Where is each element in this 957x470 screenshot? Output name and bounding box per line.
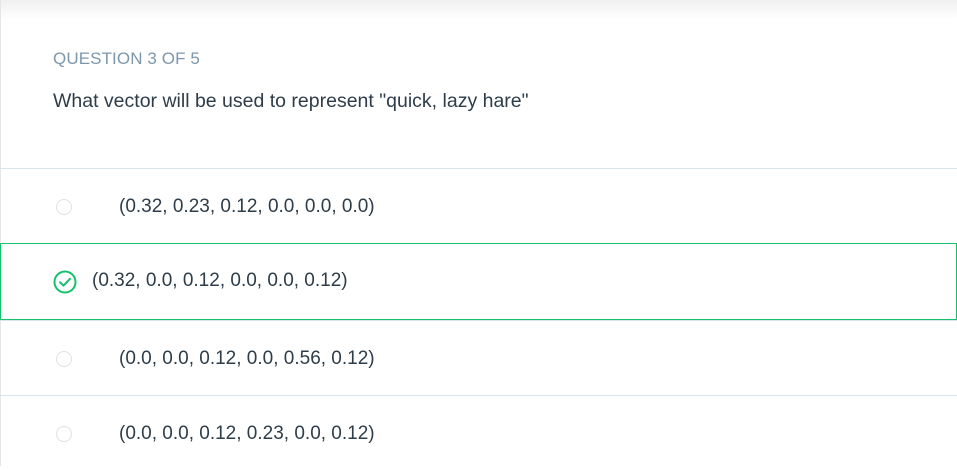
radio-button-icon[interactable] [56, 199, 72, 215]
answer-option-label: (0.0, 0.0, 0.12, 0.23, 0.0, 0.12) [119, 423, 375, 444]
radio-button-icon[interactable] [56, 351, 72, 367]
radio-button-icon[interactable] [56, 426, 72, 442]
top-shadow [0, 0, 957, 20]
answer-choices: (0.32, 0.23, 0.12, 0.0, 0.0, 0.0) (0.32,… [0, 168, 957, 470]
answer-option-label: (0.32, 0.0, 0.12, 0.0, 0.0, 0.12) [92, 270, 348, 291]
question-text: What vector will be used to represent "q… [53, 90, 529, 112]
answer-option-label: (0.0, 0.0, 0.12, 0.0, 0.56, 0.12) [119, 348, 375, 369]
answer-option-4[interactable]: (0.0, 0.0, 0.12, 0.23, 0.0, 0.12) [0, 395, 957, 470]
answer-option-1[interactable]: (0.32, 0.23, 0.12, 0.0, 0.0, 0.0) [0, 168, 957, 243]
check-circle-icon[interactable] [53, 270, 77, 294]
answer-option-3[interactable]: (0.0, 0.0, 0.12, 0.0, 0.56, 0.12) [0, 320, 957, 395]
question-counter: QUESTION 3 OF 5 [53, 49, 200, 68]
answer-option-label: (0.32, 0.23, 0.12, 0.0, 0.0, 0.0) [119, 196, 375, 217]
answer-option-2[interactable]: (0.32, 0.0, 0.12, 0.0, 0.0, 0.12) [0, 243, 957, 320]
